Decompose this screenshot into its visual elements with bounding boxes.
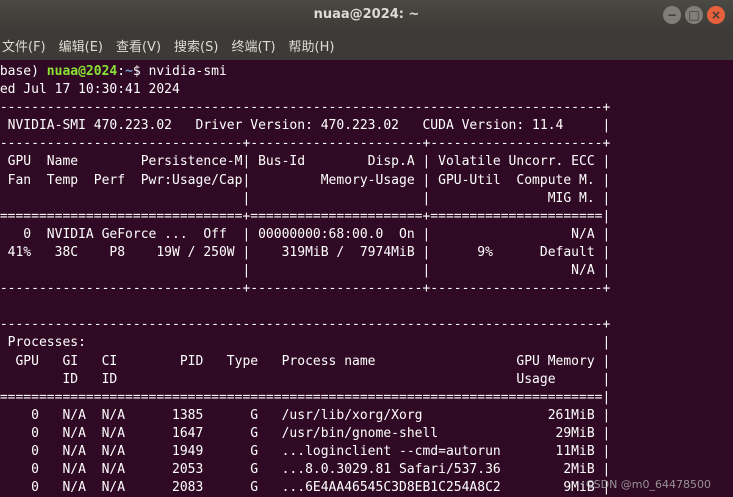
menu-search[interactable]: 搜索(S) bbox=[174, 36, 218, 55]
output-line: Wed Jul 17 10:30:41 2024 bbox=[0, 82, 180, 98]
title-bar[interactable]: nuaa@2024: ~ − □ × bbox=[0, 0, 733, 30]
output-line: | 0 N/A N/A 1949 G ...loginclient --cmd=… bbox=[0, 443, 611, 459]
output-line: |=======================================… bbox=[0, 389, 611, 405]
prompt-separator: : bbox=[117, 64, 126, 79]
terminal-window: nuaa@2024: ~ − □ × 文件(F) 编辑(E) 查看(V) 搜索(… bbox=[0, 0, 733, 497]
output-line: | 0 N/A N/A 2083 G ...6E4AA46545C3D8EB1C… bbox=[0, 480, 611, 496]
output-line: | Fan Temp Perf Pwr:Usage/Cap| Memory-Us… bbox=[0, 172, 611, 188]
output-line: | GPU Name Persistence-M| Bus-Id Disp.A … bbox=[0, 154, 611, 170]
output-line: | Processes: | bbox=[0, 335, 611, 351]
menu-help[interactable]: 帮助(H) bbox=[289, 36, 335, 55]
output-line: | GPU GI CI PID Type Process name GPU Me… bbox=[0, 353, 611, 369]
output-line: +-------------------------------+-------… bbox=[0, 281, 611, 297]
output-line: | 0 NVIDIA GeForce ... Off | 00000000:68… bbox=[0, 226, 611, 242]
menu-edit[interactable]: 编辑(E) bbox=[59, 36, 103, 55]
maximize-button[interactable]: □ bbox=[685, 6, 703, 24]
menu-view[interactable]: 查看(V) bbox=[116, 36, 161, 55]
prompt-path: ~ bbox=[125, 64, 133, 79]
prompt-user-host: nuaa@2024 bbox=[46, 64, 118, 79]
menu-terminal[interactable]: 终端(T) bbox=[231, 36, 275, 55]
menu-file[interactable]: 文件(F) bbox=[2, 36, 46, 55]
output-line: |-------------------------------+-------… bbox=[0, 136, 611, 152]
minimize-button[interactable]: − bbox=[663, 6, 681, 24]
output-line: | 41% 38C P8 19W / 250W | 319MiB / 7974M… bbox=[0, 244, 611, 260]
command-text: nvidia-smi bbox=[148, 64, 227, 79]
output-line: | NVIDIA-SMI 470.223.02 Driver Version: … bbox=[0, 118, 611, 134]
prompt-symbol: $ bbox=[132, 64, 149, 79]
menu-bar: 文件(F) 编辑(E) 查看(V) 搜索(S) 终端(T) 帮助(H) bbox=[0, 30, 733, 60]
window-title: nuaa@2024: ~ bbox=[313, 7, 420, 22]
close-button[interactable]: × bbox=[707, 6, 725, 24]
output-line: |===============================+=======… bbox=[0, 208, 611, 224]
prompt-line: (base) nuaa@2024:~$ nvidia-smi bbox=[0, 63, 610, 81]
output-line: +---------------------------------------… bbox=[0, 317, 611, 333]
output-line: | 0 N/A N/A 1647 G /usr/bin/gnome-shell … bbox=[0, 425, 611, 441]
output-line: | 0 N/A N/A 1385 G /usr/lib/xorg/Xorg 26… bbox=[0, 407, 611, 423]
conda-env: (base) bbox=[0, 64, 39, 79]
watermark: CSDN @m0_64478500 bbox=[585, 478, 711, 491]
terminal-output[interactable]: (base) nuaa@2024:~$ nvidia-smiWed Jul 17… bbox=[0, 60, 733, 497]
output-line: | | | N/A | bbox=[0, 263, 611, 279]
window-controls: − □ × bbox=[663, 6, 725, 24]
output-line: | 0 N/A N/A 2053 G ...8.0.3029.81 Safari… bbox=[0, 462, 611, 478]
output-line: | | | MIG M. | bbox=[0, 190, 611, 206]
output-line: +---------------------------------------… bbox=[0, 100, 611, 116]
output-line: | ID ID Usage | bbox=[0, 371, 611, 387]
